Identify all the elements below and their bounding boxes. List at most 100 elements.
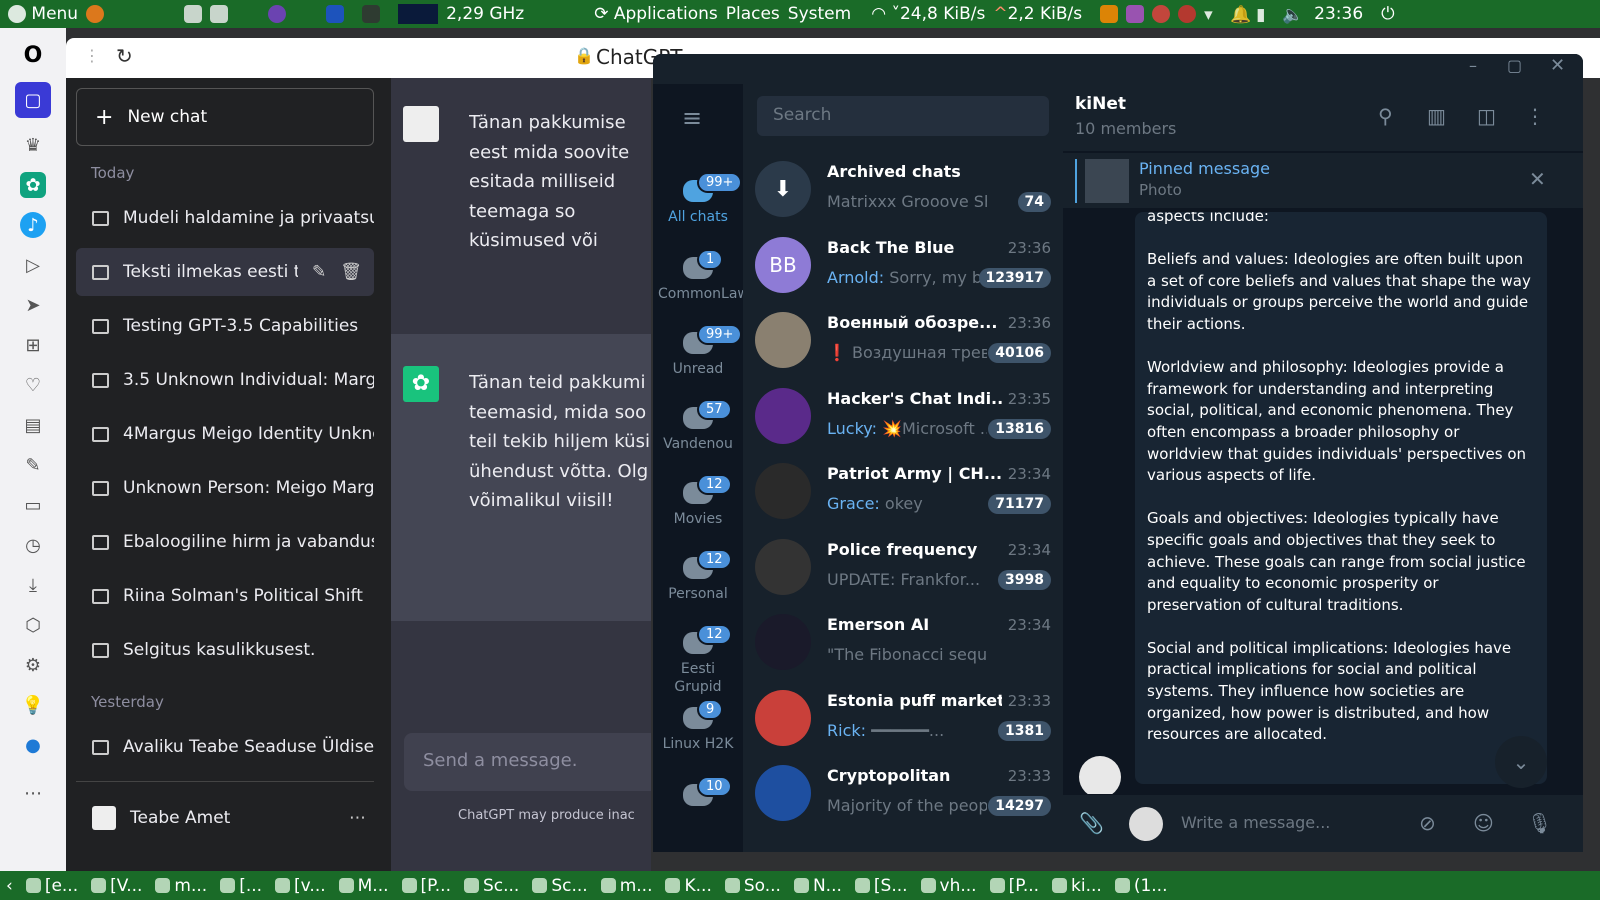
- more-options-icon[interactable]: ⋮: [1525, 104, 1545, 128]
- taskbar-window-button[interactable]: N...: [793, 876, 842, 896]
- tray-icon[interactable]: [1178, 5, 1197, 23]
- chat-row[interactable]: Emerson AI 23:34 "The Fibonacci sequence …: [743, 605, 1063, 680]
- attach-icon[interactable]: 📎: [1079, 811, 1104, 835]
- taskbar-window-button[interactable]: M...: [338, 876, 389, 896]
- lightbulb-icon[interactable]: 💡: [20, 692, 46, 718]
- show-desktop-icon[interactable]: ‹: [6, 876, 13, 896]
- power-icon[interactable]: ⏻: [1381, 4, 1394, 24]
- opera-logo-icon[interactable]: O: [20, 42, 46, 68]
- folder-personal[interactable]: 12 Personal: [653, 549, 743, 603]
- applications-menu[interactable]: ⟳ Applications: [594, 4, 718, 24]
- taskbar-window-button[interactable]: [P...: [989, 876, 1039, 896]
- close-pinned-icon[interactable]: ✕: [1529, 167, 1546, 191]
- workspaces-icon[interactable]: ▢: [15, 82, 51, 118]
- folder-eesti-grupid[interactable]: 12 Eesti Grupid: [653, 624, 743, 696]
- chat-bubble-icon[interactable]: ●: [20, 732, 46, 758]
- close-button[interactable]: ✕: [1550, 55, 1565, 76]
- chat-row[interactable]: BB Back The Blue 23:36 Arnold: Sorry, my b.…: [743, 228, 1063, 303]
- taskbar-window-button[interactable]: Sc...: [463, 876, 519, 896]
- taskbar-window-button[interactable]: m...: [155, 876, 207, 896]
- vlc-tray-icon[interactable]: [1100, 5, 1119, 23]
- chat-row[interactable]: Cryptopolitan 23:33 Majority of the peop.…: [743, 756, 1063, 831]
- box-icon[interactable]: ⬡: [20, 612, 46, 638]
- reload-icon[interactable]: ↻: [116, 44, 133, 68]
- folder-all-chats[interactable]: 99+ All chats: [653, 172, 743, 226]
- message-input[interactable]: Send a message.: [404, 733, 651, 791]
- scroll-down-button[interactable]: ⌄: [1495, 736, 1547, 788]
- taskbar-window-button[interactable]: [e...: [25, 876, 78, 896]
- launcher-icon[interactable]: [184, 5, 203, 23]
- chat-title[interactable]: kiNet: [1075, 94, 1126, 114]
- chat-history-item[interactable]: Selgitus kasulikkusest.: [76, 626, 374, 674]
- trash-icon[interactable]: 🗑: [340, 262, 362, 282]
- taskbar-window-button[interactable]: [S...: [854, 876, 908, 896]
- settings-launcher-icon[interactable]: [210, 5, 229, 23]
- folder-vandenou[interactable]: 57 Vandenou: [653, 399, 743, 453]
- taskbar-window-button[interactable]: K...: [665, 876, 712, 896]
- send-as-avatar[interactable]: [1129, 807, 1163, 841]
- chat-row[interactable]: ⬇ Archived chats Matrixxx Grooove Sho... 7…: [743, 152, 1063, 227]
- pinned-message-bar[interactable]: Pinned message Photo ✕: [1063, 152, 1583, 208]
- snapshot-icon[interactable]: ▭: [20, 492, 46, 518]
- search-input[interactable]: Search: [757, 96, 1049, 136]
- history-icon[interactable]: ◷: [20, 532, 46, 558]
- more-icon[interactable]: ⋯: [20, 780, 46, 806]
- taskbar-window-button[interactable]: (1...: [1114, 876, 1167, 896]
- apps-grid-icon[interactable]: ⊞: [20, 332, 46, 358]
- twitter-icon[interactable]: ♪: [20, 212, 46, 238]
- chat-history-item[interactable]: 3.5 Unknown Individual: Margu: [76, 356, 374, 404]
- taskbar-window-button[interactable]: [...: [220, 876, 262, 896]
- chat-history-item-selected[interactable]: Teksti ilmekas eesti tõl ✎ 🗑: [76, 248, 374, 296]
- chat-history-item[interactable]: Testing GPT-3.5 Capabilities: [76, 302, 374, 350]
- microphone-icon[interactable]: 🎙: [1527, 811, 1552, 835]
- chat-row[interactable]: Военный обозре... 23:36 ❗ Воздушная трев.…: [743, 303, 1063, 378]
- wifi-tray-icon[interactable]: ▾: [1204, 5, 1222, 25]
- taskbar-window-button[interactable]: So...: [724, 876, 781, 896]
- message-bubble[interactable]: aspects include: Beliefs and values: Ide…: [1135, 212, 1547, 784]
- folder-more[interactable]: 10: [653, 776, 743, 812]
- settings-icon[interactable]: ⚙: [20, 652, 46, 678]
- chat-row[interactable]: Police frequency 23:34 UPDATE: Frankfor..…: [743, 530, 1063, 605]
- taskbar-window-button[interactable]: vh...: [920, 876, 977, 896]
- search-icon[interactable]: ⚲: [1378, 104, 1393, 128]
- terminal-launcher-icon[interactable]: [362, 5, 381, 23]
- message-input[interactable]: Write a message...: [1181, 813, 1330, 832]
- taskbar-window-button[interactable]: m...: [600, 876, 652, 896]
- edit-pencil-icon[interactable]: ✎: [312, 262, 326, 282]
- taskbar-window-button[interactable]: [P...: [401, 876, 451, 896]
- heart-icon[interactable]: ♡: [20, 372, 46, 398]
- notifications-icon[interactable]: 🔔: [1230, 5, 1251, 25]
- system-menu[interactable]: System: [788, 4, 851, 24]
- maximize-button[interactable]: ▢: [1507, 56, 1522, 75]
- chat-history-item[interactable]: 4Margus Meigo Identity Unkno: [76, 410, 374, 458]
- taskbar-window-button[interactable]: [v...: [275, 876, 326, 896]
- tray-icon[interactable]: [1152, 5, 1171, 23]
- chat-history-item[interactable]: Mudeli haldamine ja privaatsu: [76, 194, 374, 242]
- tray-icon[interactable]: [1126, 5, 1145, 23]
- chat-history-item[interactable]: Unknown Person: Meigo Marg: [76, 464, 374, 512]
- crown-icon[interactable]: ♛: [20, 132, 46, 158]
- taskbar-window-button[interactable]: Sc...: [532, 876, 588, 896]
- volume-icon[interactable]: 🔈: [1282, 5, 1303, 25]
- folder-movies[interactable]: 12 Movies: [653, 474, 743, 528]
- hamburger-menu-icon[interactable]: ≡: [682, 104, 702, 132]
- folder-unread[interactable]: 99+ Unread: [653, 324, 743, 378]
- voice-chat-icon[interactable]: ▥: [1427, 104, 1446, 128]
- folder-linux-h2k[interactable]: 9 Linux H2K: [653, 699, 743, 753]
- taskbar-window-button[interactable]: [V...: [91, 876, 142, 896]
- send-icon[interactable]: ➤: [20, 292, 46, 318]
- drag-handle-icon[interactable]: ⋮: [84, 46, 100, 65]
- battery-icon[interactable]: ▮: [1256, 5, 1274, 25]
- folder-commonlawclc[interactable]: 1 CommonLawCLC: [653, 249, 776, 303]
- edit-icon[interactable]: ✎: [20, 452, 46, 478]
- sidebar-toggle-icon[interactable]: ◫: [1477, 104, 1496, 128]
- chat-row[interactable]: Hacker's Chat Indi... 23:35 Lucky: 💥Micros…: [743, 379, 1063, 454]
- clock[interactable]: 23:36: [1314, 4, 1363, 24]
- places-menu[interactable]: Places: [726, 4, 780, 24]
- chat-history-item[interactable]: Riina Solman's Political Shift: [76, 572, 374, 620]
- chat-row[interactable]: Patriot Army | CH... 23:34 Grace: okey 7117…: [743, 454, 1063, 529]
- ellipsis-icon[interactable]: ⋯: [349, 808, 366, 828]
- firefox-launcher-icon[interactable]: [86, 5, 105, 23]
- new-chat-button[interactable]: + New chat: [76, 88, 374, 146]
- chat-history-item[interactable]: Ebaloogiline hirm ja vabandus: [76, 518, 374, 566]
